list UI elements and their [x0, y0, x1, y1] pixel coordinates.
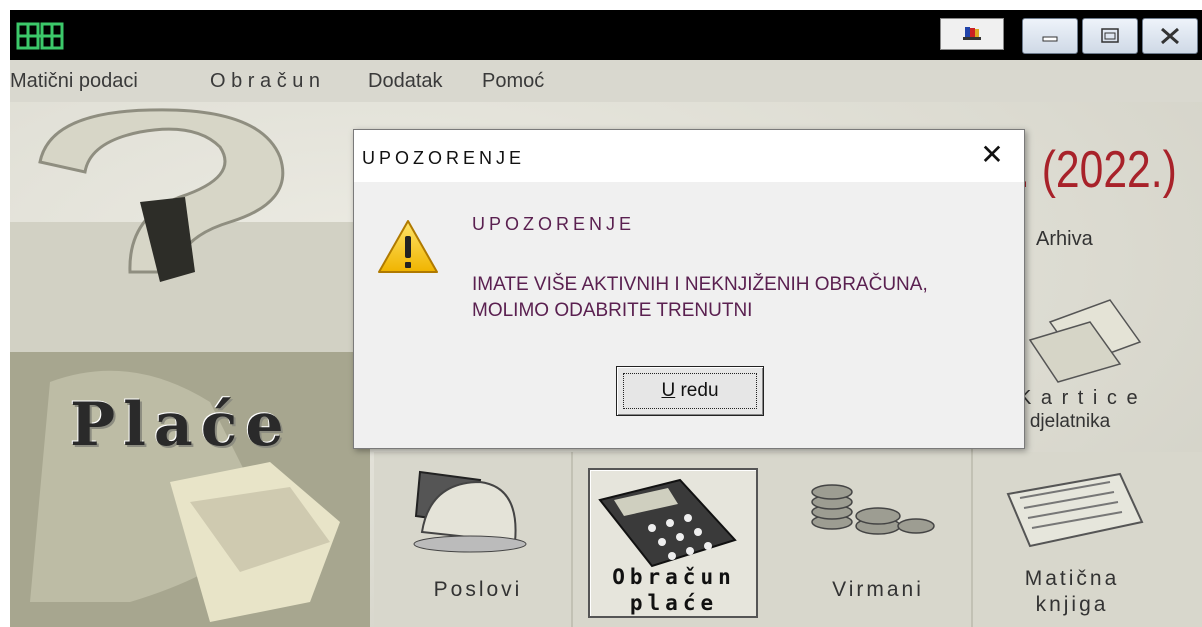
menu-pomoc[interactable]: Pomoć — [482, 70, 544, 93]
virmani-button[interactable]: Virmani — [818, 578, 938, 602]
maximize-button[interactable] — [1082, 18, 1138, 54]
dialog-titlebar[interactable]: UPOZORENJE ✕ — [354, 130, 1024, 182]
warning-dialog: UPOZORENJE ✕ UPOZORENJE IMATE VIŠE AKTIV… — [353, 129, 1025, 449]
ok-button-text: redu — [675, 380, 719, 401]
minimize-icon — [1042, 36, 1058, 42]
place-logo-text: Plaće — [70, 390, 292, 460]
menu-dodatak[interactable]: Dodatak — [368, 70, 443, 93]
menu-obracun[interactable]: O b r a č u n — [210, 70, 320, 93]
close-icon — [1161, 27, 1179, 45]
year-title: . (2022.) — [1018, 141, 1177, 199]
menu-bar: Matični podaci O b r a č u n Dodatak Pom… — [10, 60, 1202, 102]
maticna-knjiga-button[interactable]: Matična knjiga — [1006, 566, 1138, 618]
window-titlebar[interactable] — [10, 10, 1202, 60]
warning-icon — [378, 220, 438, 273]
ok-button-mnemonic: U — [661, 380, 676, 401]
kartice-label-line2: djelatnika — [1029, 411, 1111, 432]
maticna-label-line1: Matična — [1024, 567, 1120, 590]
ok-button-label: U redu — [623, 373, 757, 409]
ok-button[interactable]: U redu — [616, 366, 764, 416]
kartice-label-line1: K a r t i c e — [1018, 387, 1140, 409]
dialog-title: UPOZORENJE — [362, 148, 526, 168]
maximize-icon — [1101, 28, 1119, 43]
obracun-label-line2: plaće — [629, 591, 719, 615]
system-icon — [963, 27, 981, 40]
maticna-label-line2: knjiga — [1035, 593, 1109, 616]
dialog-close-button[interactable]: ✕ — [970, 140, 1014, 172]
money-icon — [1028, 299, 1142, 383]
arhiva-button[interactable]: Arhiva — [1036, 228, 1093, 251]
obracun-label-line1: Obračun — [612, 565, 736, 589]
obracun-place-label: Obračun plaće — [594, 564, 754, 616]
poslovi-button[interactable]: Poslovi — [418, 578, 538, 602]
menu-maticni-podaci[interactable]: Matični podaci — [10, 70, 138, 93]
dialog-heading: UPOZORENJE — [472, 214, 636, 234]
kartice-djelatnika-button[interactable]: K a r t i c e djelatnika — [1018, 386, 1140, 434]
system-icon-button[interactable] — [940, 18, 1004, 50]
dialog-message: IMATE VIŠE AKTIVNIH I NEKNJIŽENIH OBRAČU… — [472, 272, 1012, 324]
dialog-message-line2: MOLIMO ODABRITE TRENUTNI — [472, 300, 753, 321]
dialog-message-line1: IMATE VIŠE AKTIVNIH I NEKNJIŽENIH OBRAČU… — [472, 274, 928, 295]
close-button[interactable] — [1142, 18, 1198, 54]
minimize-button[interactable] — [1022, 18, 1078, 54]
app-logo-icon — [16, 22, 64, 50]
